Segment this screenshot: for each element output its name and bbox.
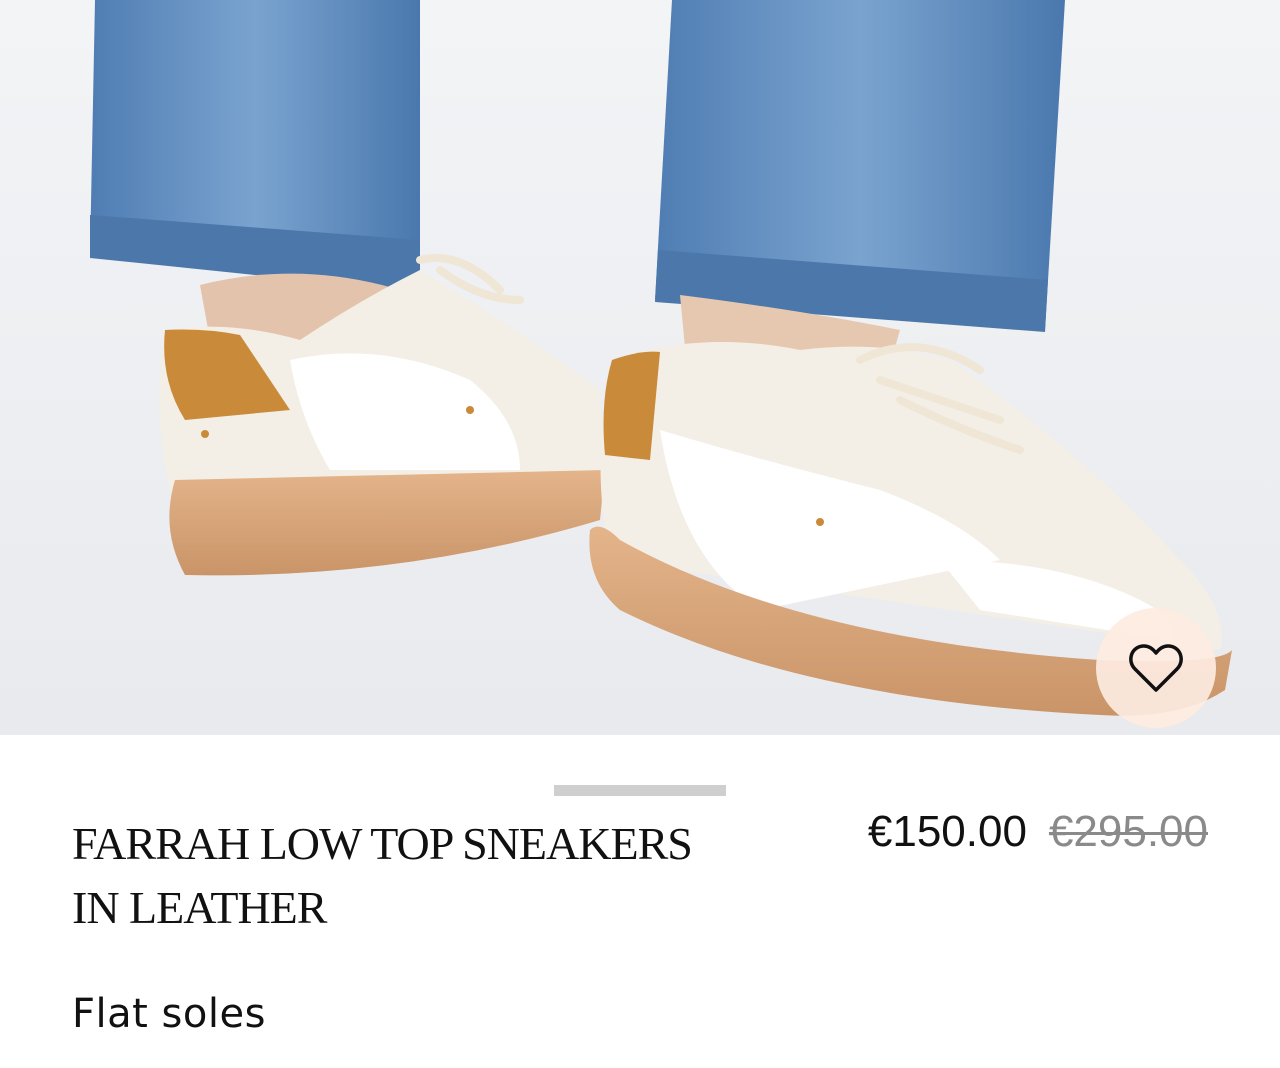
heart-outline-icon bbox=[1129, 644, 1183, 692]
product-title: FARRAH LOW TOP SNEAKERS IN LEATHER bbox=[72, 818, 693, 933]
sneakers-photo bbox=[0, 0, 1280, 735]
product-image[interactable] bbox=[0, 0, 1280, 735]
product-price: €150.00 €295.00 bbox=[868, 806, 1208, 858]
product-subtitle: Flat soles bbox=[72, 991, 266, 1037]
favorite-button[interactable] bbox=[1096, 608, 1216, 728]
sale-price: €150.00 bbox=[867, 807, 1027, 856]
gallery-progress-bar bbox=[554, 785, 726, 796]
original-price: €295.00 bbox=[1048, 807, 1208, 856]
